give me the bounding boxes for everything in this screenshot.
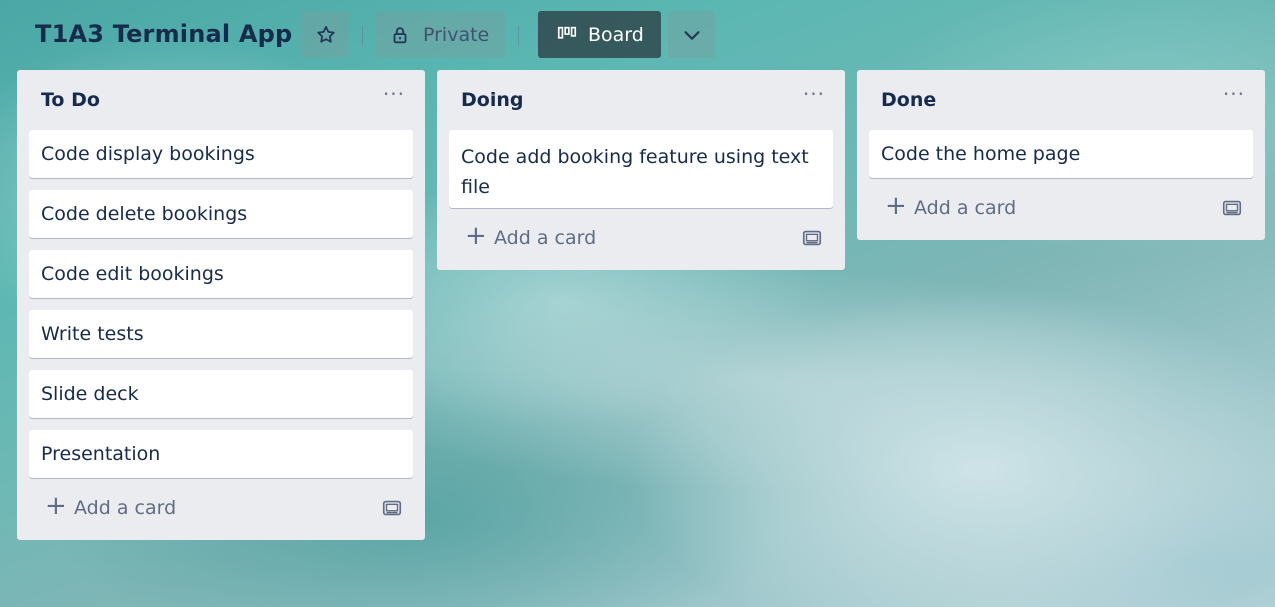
list-done: Done ··· Code the home page + Add a card: [857, 70, 1265, 240]
card-list: Code add booking feature using text file: [437, 130, 845, 208]
board-title[interactable]: T1A3 Terminal App: [35, 20, 292, 48]
list-doing: Doing ··· Code add booking feature using…: [437, 70, 845, 270]
card-template-icon[interactable]: [1221, 197, 1243, 219]
board-header: T1A3 Terminal App Private Board: [0, 0, 1275, 70]
add-card-row: + Add a card: [17, 484, 425, 540]
list-title[interactable]: To Do: [41, 89, 100, 111]
card[interactable]: Code delete bookings: [29, 190, 413, 238]
lock-icon: [393, 26, 407, 43]
list-header: Done ···: [857, 70, 1265, 130]
add-card-row: + Add a card: [437, 214, 845, 270]
board-columns-icon: [557, 26, 577, 39]
header-divider: [362, 26, 363, 46]
card-list: Code the home page: [857, 130, 1265, 178]
card[interactable]: Slide deck: [29, 370, 413, 418]
card[interactable]: Write tests: [29, 310, 413, 358]
switch-view-button[interactable]: [668, 11, 715, 58]
visibility-label: Private: [423, 23, 490, 46]
card[interactable]: Code display bookings: [29, 130, 413, 178]
plus-icon[interactable]: +: [885, 193, 907, 219]
board-view-button[interactable]: Board: [538, 11, 661, 58]
card[interactable]: Code add booking feature using text file: [449, 130, 833, 208]
chevron-down-icon: [683, 30, 700, 40]
star-icon: [316, 25, 335, 43]
list-header: Doing ···: [437, 70, 845, 130]
add-card-button[interactable]: Add a card: [494, 227, 596, 249]
add-card-row: + Add a card: [857, 184, 1265, 240]
list-header: To Do ···: [17, 70, 425, 130]
plus-icon[interactable]: +: [465, 223, 487, 249]
header-divider: [518, 26, 519, 46]
list-title[interactable]: Doing: [461, 89, 523, 111]
board-canvas: T1A3 Terminal App Private Board To Do ··…: [0, 0, 1275, 607]
card-template-icon[interactable]: [381, 497, 403, 519]
list-menu-button[interactable]: ···: [1223, 84, 1245, 104]
list-title[interactable]: Done: [881, 89, 936, 111]
card[interactable]: Code the home page: [869, 130, 1253, 178]
visibility-button[interactable]: Private: [376, 11, 505, 58]
list-menu-button[interactable]: ···: [803, 84, 825, 104]
list-menu-button[interactable]: ···: [383, 84, 405, 104]
list-to-do: To Do ··· Code display bookings Code del…: [17, 70, 425, 540]
add-card-button[interactable]: Add a card: [914, 197, 1016, 219]
card[interactable]: Presentation: [29, 430, 413, 478]
card-template-icon[interactable]: [801, 227, 823, 249]
card-list: Code display bookings Code delete bookin…: [17, 130, 425, 478]
card[interactable]: Code edit bookings: [29, 250, 413, 298]
star-button[interactable]: [302, 11, 349, 58]
plus-icon[interactable]: +: [45, 493, 67, 519]
board-view-label: Board: [588, 23, 644, 46]
add-card-button[interactable]: Add a card: [74, 497, 176, 519]
